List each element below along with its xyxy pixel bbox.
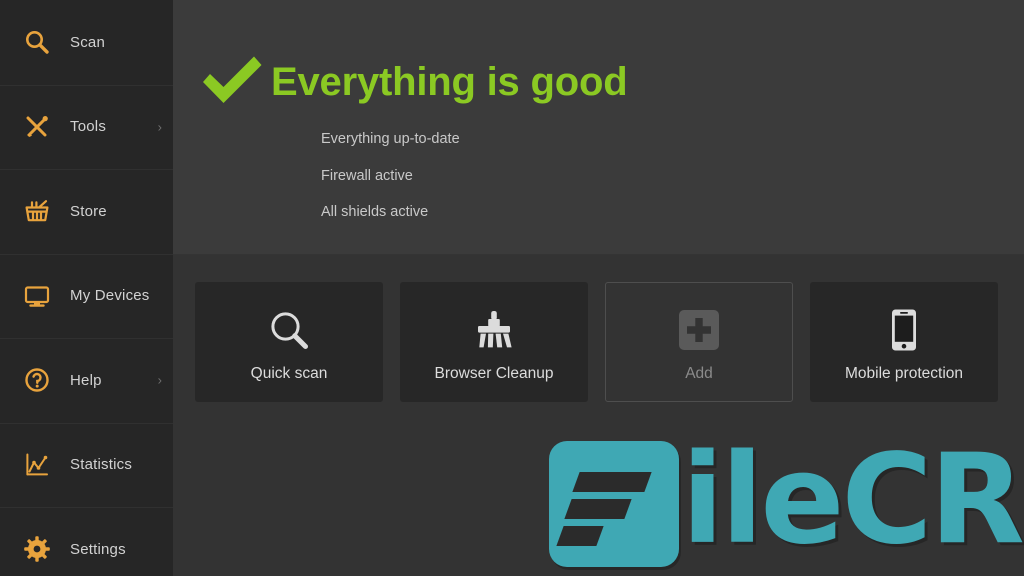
chevron-right-icon[interactable]: › <box>158 120 162 133</box>
sidebar-item-label: Statistics <box>70 456 133 474</box>
gear-icon <box>20 532 54 566</box>
sidebar-item-label: Help <box>70 371 102 389</box>
status-list: Everything up-to-date Firewall active Al… <box>197 132 1024 220</box>
status-panel: Everything is good Everything up-to-date… <box>173 0 1024 255</box>
tile-browser-cleanup[interactable]: Browser Cleanup <box>400 282 588 402</box>
tile-label: Quick scan <box>250 365 328 383</box>
quick-actions-area: Quick scan Browser Cleanup Add Mobile pr… <box>173 255 1024 576</box>
question-icon <box>20 363 54 397</box>
tile-label: Browser Cleanup <box>434 365 554 383</box>
sidebar-item-store[interactable]: Store <box>0 169 173 254</box>
status-line: Firewall active <box>321 167 413 184</box>
tile-quick-scan[interactable]: Quick scan <box>195 282 383 402</box>
quick-actions-row: Quick scan Browser Cleanup Add Mobile pr… <box>195 282 1024 402</box>
sidebar-item-help[interactable]: Help › <box>0 338 173 423</box>
sidebar-item-settings[interactable]: Settings <box>0 507 173 576</box>
brush-icon <box>471 302 517 358</box>
magnifier-icon <box>266 302 312 358</box>
tools-icon <box>20 110 54 144</box>
sidebar-item-label: Scan <box>70 33 105 51</box>
sidebar-item-statistics[interactable]: Statistics <box>0 422 173 508</box>
status-line: All shields active <box>321 204 429 220</box>
tile-add[interactable]: Add <box>605 282 793 402</box>
status-line: Everything up-to-date <box>321 131 460 147</box>
sidebar-item-label: Store <box>70 202 107 220</box>
plus-icon <box>676 302 722 358</box>
tile-label: Add <box>685 365 713 383</box>
basket-icon <box>20 194 54 228</box>
sidebar-item-my-devices[interactable]: My Devices <box>0 253 173 339</box>
chevron-right-icon[interactable]: › <box>158 374 162 387</box>
sidebar-item-scan[interactable]: Scan <box>0 0 173 85</box>
application-window: Scan Tools › Store My Devices Help › Sta… <box>0 0 1024 576</box>
sidebar-navigation: Scan Tools › Store My Devices Help › Sta… <box>0 0 173 576</box>
chart-icon <box>20 448 54 482</box>
sidebar-item-label: Tools <box>70 118 107 136</box>
green-checkmark-icon <box>197 54 271 110</box>
sidebar-item-tools[interactable]: Tools › <box>0 84 173 170</box>
monitor-icon <box>20 279 54 313</box>
tile-label: Mobile protection <box>844 365 964 383</box>
sidebar-item-label: My Devices <box>70 287 150 305</box>
main-content: Everything is good Everything up-to-date… <box>173 0 1024 576</box>
status-header: Everything is good <box>197 52 1024 112</box>
magnifier-icon <box>20 25 54 59</box>
tile-mobile-protection[interactable]: Mobile protection <box>810 282 998 402</box>
page-title: Everything is good <box>271 60 628 104</box>
sidebar-item-label: Settings <box>70 540 126 558</box>
smartphone-icon <box>881 302 927 358</box>
